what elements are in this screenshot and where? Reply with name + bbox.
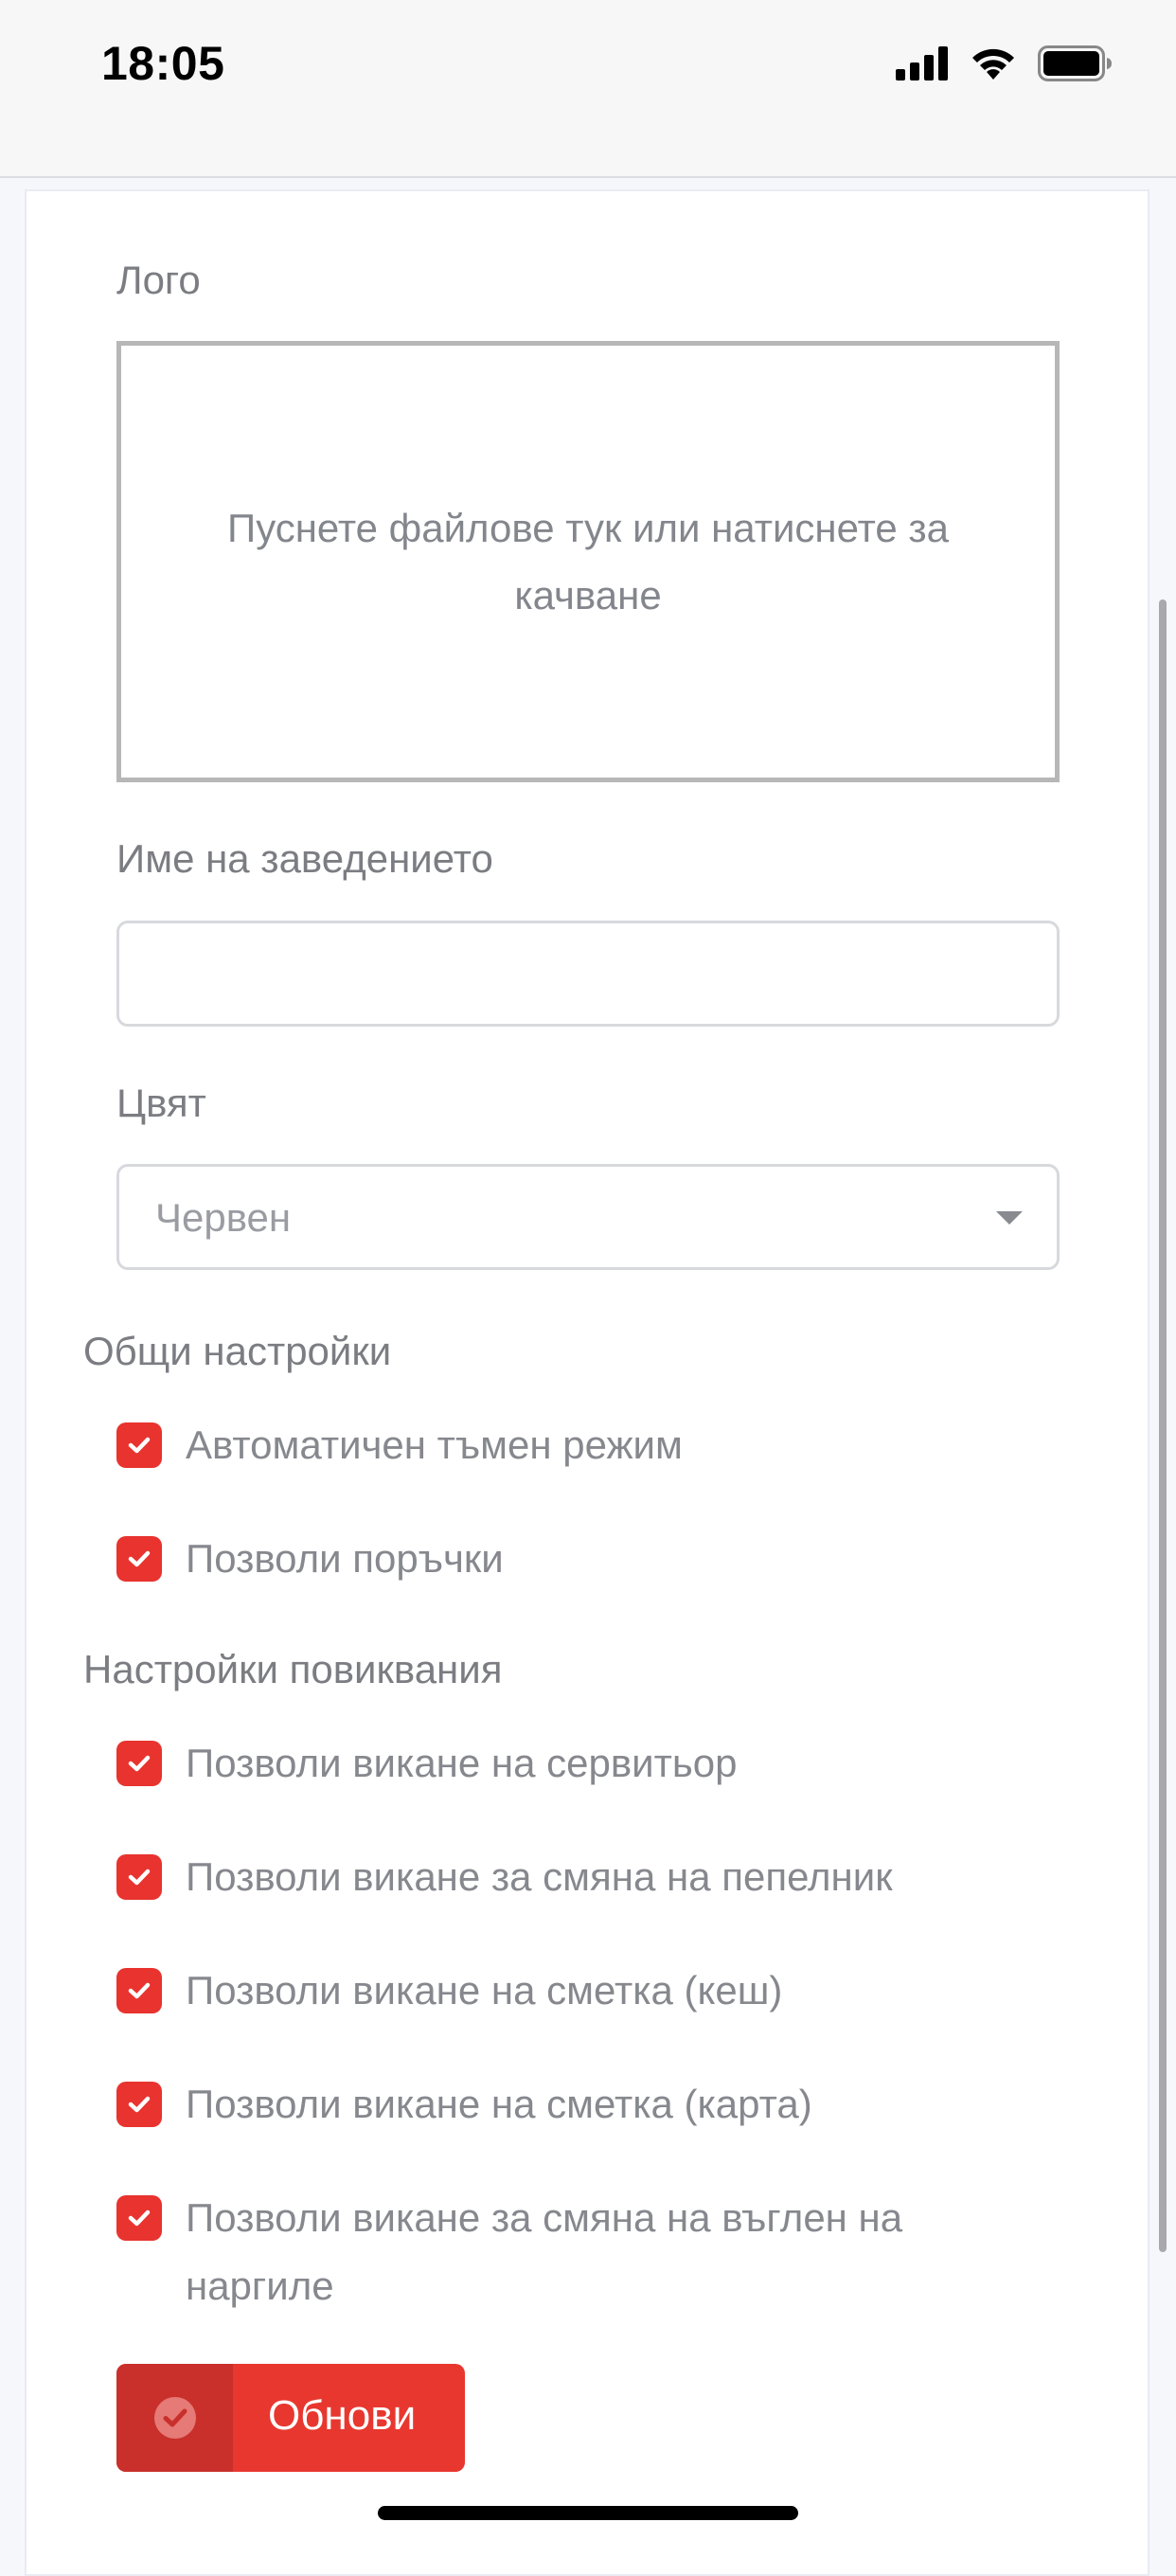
status-time: 18:05: [101, 37, 225, 90]
color-select[interactable]: Червен: [116, 1164, 1060, 1270]
vertical-scrollbar[interactable]: [1159, 599, 1167, 2252]
wifi-icon: [970, 45, 1017, 86]
checkbox-checked[interactable]: [116, 2195, 162, 2241]
checkmark-icon: [128, 2209, 151, 2227]
logo-label: Лого: [116, 258, 201, 302]
checkbox-checked[interactable]: [116, 1741, 162, 1786]
checkbox-checked[interactable]: [116, 1536, 162, 1582]
checkmark-icon: [128, 1437, 151, 1454]
checkmark-icon: [128, 1869, 151, 1886]
checkbox-label: Позволи викане на сметка (карта): [186, 2082, 812, 2126]
checkbox-label: Позволи викане на сметка (кеш): [186, 1968, 783, 2012]
checkbox-checked[interactable]: [116, 1854, 162, 1900]
cellular-signal-icon: [896, 46, 949, 85]
color-select-value: Червен: [155, 1195, 292, 1240]
checkmark-icon: [128, 1982, 151, 1999]
chevron-down-icon: [996, 1211, 1023, 1225]
update-button[interactable]: Обнови: [116, 2364, 465, 2472]
checkbox-checked[interactable]: [116, 2082, 162, 2127]
checkbox-checked[interactable]: [116, 1968, 162, 2013]
dropzone-text: Пуснете файлове тук или натиснете за кач…: [227, 506, 949, 617]
status-bar: 18:05: [0, 0, 1176, 178]
color-label: Цвят: [116, 1081, 206, 1125]
checkmark-icon: [128, 1550, 151, 1567]
update-button-label: Обнови: [268, 2392, 417, 2439]
venue-name-label: Име на заведението: [116, 836, 493, 881]
checkbox-label: Позволи викане за смяна на пепелник: [186, 1854, 893, 1899]
status-icons: [896, 45, 1114, 86]
logo-dropzone[interactable]: Пуснете файлове тук или натиснете за кач…: [116, 341, 1060, 782]
checkbox-label: Позволи поръчки: [186, 1536, 504, 1581]
battery-icon: [1038, 45, 1114, 86]
checkbox-label: Автоматичен тъмен режим: [186, 1422, 683, 1467]
checkmark-icon: [128, 1755, 151, 1772]
checkbox-label: Позволи викане на сервитьор: [186, 1741, 738, 1785]
call-settings-title: Настройки повиквания: [83, 1647, 503, 1691]
checkbox-label: Позволи викане за смяна на въглен на нар…: [186, 2195, 903, 2308]
checkmark-icon: [128, 2096, 151, 2113]
general-settings-title: Общи настройки: [83, 1329, 392, 1373]
home-indicator[interactable]: [378, 2506, 798, 2520]
venue-name-input[interactable]: [116, 921, 1060, 1027]
check-circle-icon: [116, 2364, 233, 2472]
checkbox-checked[interactable]: [116, 1422, 162, 1468]
